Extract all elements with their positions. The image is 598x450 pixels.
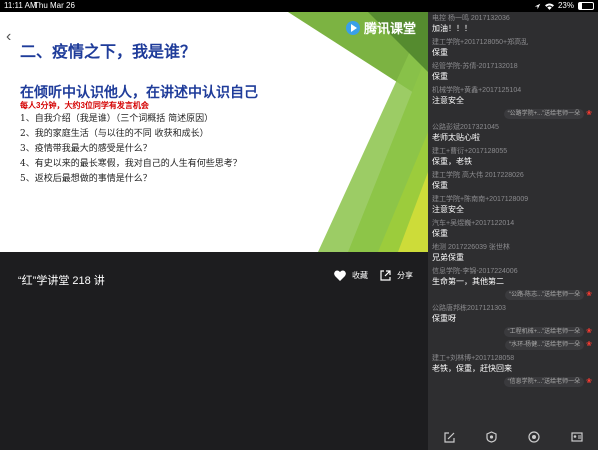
slide-list-item: 3、疫情带我最大的感受是什么？ [20, 144, 152, 154]
chat-sender: 建工+曹衍+2017128055 [432, 148, 508, 155]
gift-text: “公路-陈志...”送给老师一朵 [505, 290, 585, 300]
chat-message: 建工+刘林博+2017128058 老铁，保重，赶快回来 [428, 352, 598, 376]
chat-message: 信息学院-李锦-2017224006 生命第一，其他第二 [428, 265, 598, 289]
slide-list-item: 4、有史以来的最长寒假，我对自己的人生有何些思考？ [20, 159, 242, 169]
chat-text: 生命第一，其他第二 [432, 277, 504, 286]
chat-text: 保重 [432, 181, 448, 190]
back-chevron-icon[interactable]: ‹ [6, 28, 11, 46]
favorite-label: 收藏 [352, 271, 368, 280]
share-label: 分享 [397, 271, 413, 280]
id-card-icon[interactable] [570, 432, 583, 442]
chat-message: 建工+曹衍+2017128055 保重，老铁 [428, 145, 598, 169]
chat-text: 注意安全 [432, 96, 464, 105]
gift-notice: “水环-杨健...”送给老师一朵 ❀ [428, 339, 598, 352]
chat-sender: 建工学院+陈南南+2017128009 [432, 196, 529, 203]
chat-sender: 信息学院-李锦-2017224006 [432, 268, 518, 275]
chat-sender: 公路彭斌2017321045 [432, 124, 499, 131]
chat-toolbar [428, 424, 598, 450]
chat-message: 汽车+吴煜巍+2017122014 保重 [428, 217, 598, 241]
slide-note: 每人3分钟，大约3位同学有发言机会 [20, 101, 149, 110]
chat-sender: 电控 杨一鸣 2017132036 [432, 15, 510, 22]
gift-text: “信息学院+...”送给老师一朵 [503, 377, 585, 387]
chat-sender: 建工学院 高大伟 2017228026 [432, 172, 524, 179]
gift-notice: “公路学院+...”送给老师一朵 ❀ [428, 108, 598, 121]
share-icon [380, 270, 391, 281]
chat-text: 兄弟保重 [432, 253, 464, 262]
video-player[interactable]: ‹ 腾讯课堂 二、疫情之下，我是谁？ 在倾听中认识他人，在讲述中认识自己 每人3… [0, 12, 428, 252]
logo-text: 腾讯课堂 [363, 21, 416, 36]
flower-icon: ❀ [586, 328, 592, 335]
chat-panel: 电控 杨一鸣 2017132036 加油！！！ 建工学院+2017128050+郑高… [428, 12, 598, 450]
chat-message: 经管学院-苏倩-2017132018 保重 [428, 60, 598, 84]
chat-message: 建工学院+陈南南+2017128009 注意安全 [428, 193, 598, 217]
chat-message: 建工学院 高大伟 2017228026 保重 [428, 169, 598, 193]
battery-icon [578, 2, 594, 10]
chat-sender: 汽车+吴煜巍+2017122014 [432, 220, 515, 227]
chat-message: 机械学院+黄鑫+2017125104 注意安全 [428, 84, 598, 108]
chat-message: 公路唐邦栋2017121303 保重呀 [428, 302, 598, 326]
chat-list[interactable]: 电控 杨一鸣 2017132036 加油！！！ 建工学院+2017128050+郑高… [428, 12, 598, 424]
slide-decoration [288, 12, 428, 252]
tencent-classroom-logo: 腾讯课堂 [345, 18, 416, 37]
chat-sender: 机械学院+黄鑫+2017125104 [432, 87, 522, 94]
chat-sender: 经管学院-苏倩-2017132018 [432, 63, 518, 70]
edit-icon[interactable] [443, 431, 455, 443]
chat-sender: 建工+刘林博+2017128058 [432, 355, 515, 362]
course-info-bar: “红”学讲堂 218 讲 收藏 分享 [0, 252, 428, 450]
flower-icon: ❀ [586, 341, 592, 348]
gift-text: “公路学院+...”送给老师一朵 [503, 109, 585, 119]
status-date: Thu Mar 26 [34, 1, 75, 10]
slide-subtitle: 在倾听中认识他人，在讲述中认识自己 [20, 85, 258, 101]
chat-sender: 地测 2017226039 张世林 [432, 244, 510, 251]
chat-message: 公路彭斌2017321045 老师太贴心啦 [428, 121, 598, 145]
course-title: “红”学讲堂 218 讲 [18, 275, 105, 287]
heart-icon [334, 270, 346, 281]
chat-text: 老师太贴心啦 [432, 133, 480, 142]
flower-icon: ❀ [586, 291, 592, 298]
chat-text: 加油！！！ [432, 24, 472, 33]
chat-text: 保重 [432, 229, 448, 238]
slide-title: 二、疫情之下，我是谁？ [20, 42, 197, 61]
slide-list: 1、自我介绍（我是谁）（三个词概括 简述原因） 2、我的家庭生活（与以往的不同 … [20, 112, 242, 187]
favorite-button[interactable]: 收藏 [334, 270, 368, 281]
badge-icon[interactable] [485, 431, 497, 443]
status-right: 23% [534, 0, 594, 12]
chat-text: 老铁，保重，赶快回来 [432, 364, 512, 373]
gift-notice: “工程机械+...”送给老师一朵 ❀ [428, 326, 598, 339]
slide-list-item: 1、自我介绍（我是谁）（三个词概括 简述原因） [20, 114, 214, 124]
gift-notice: “公路-陈志...”送给老师一朵 ❀ [428, 289, 598, 302]
gift-text: “工程机械+...”送给老师一朵 [503, 327, 585, 337]
status-bar: 11:11 AM Thu Mar 26 23% [0, 0, 598, 12]
location-icon [534, 3, 541, 9]
status-time: 11:11 AM [4, 1, 37, 10]
chat-text: 保重呀 [432, 314, 456, 323]
chat-text: 保重 [432, 72, 448, 81]
chat-sender: 公路唐邦栋2017121303 [432, 305, 506, 312]
chat-sender: 建工学院+2017128050+郑高乱 [432, 39, 529, 46]
share-button[interactable]: 分享 [380, 270, 413, 281]
slide-list-item: 5、返校后最想做的事情是什么？ [20, 174, 152, 184]
wifi-icon [544, 3, 554, 10]
record-icon[interactable] [527, 431, 540, 443]
chat-text: 注意安全 [432, 205, 464, 214]
chat-text: 保重，老铁 [432, 157, 472, 166]
play-logo-icon [345, 20, 360, 35]
flower-icon: ❀ [586, 378, 592, 385]
chat-text: 保重 [432, 48, 448, 57]
chat-message: 电控 杨一鸣 2017132036 加油！！！ [428, 12, 598, 36]
chat-message: 建工学院+2017128050+郑高乱 保重 [428, 36, 598, 60]
battery-percent: 23% [557, 1, 574, 10]
slide-list-item: 2、我的家庭生活（与以往的不同 收获和成长） [20, 129, 209, 139]
flower-icon: ❀ [586, 110, 592, 117]
chat-message: 地测 2017226039 张世林 兄弟保重 [428, 241, 598, 265]
gift-text: “水环-杨健...”送给老师一朵 [505, 340, 585, 350]
gift-notice: “信息学院+...”送给老师一朵 ❀ [428, 376, 598, 389]
